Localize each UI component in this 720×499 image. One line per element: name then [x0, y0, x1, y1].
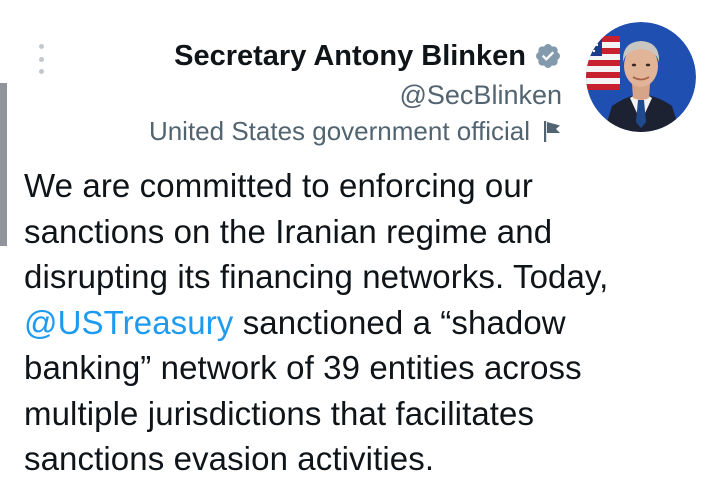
author-header: Secretary Antony Blinken @SecBlinken [174, 36, 562, 114]
more-options-icon[interactable] [34, 44, 48, 74]
tweet-line-rest: sanctioned a “shadow [233, 303, 566, 341]
profile-avatar[interactable] [586, 22, 696, 132]
tweet-line: @USTreasury sanctioned a “shadow [24, 300, 716, 346]
dot [38, 44, 44, 49]
author-handle[interactable]: @SecBlinken [174, 76, 563, 114]
affiliation-label[interactable]: United States government official [149, 113, 562, 149]
tweet-line: sanctions evasion activities. [24, 440, 435, 477]
tweet-line: We are committed to enforcing our [24, 167, 533, 204]
tweet-line: disrupting its financing networks. Today… [24, 258, 609, 295]
tweet-line: sanctions on the Iranian regime and [24, 212, 553, 250]
tweet-text: We are committed to enforcing our sancti… [24, 163, 716, 482]
tweet-line: banking” network of 39 entities across [24, 349, 582, 386]
verified-badge-icon[interactable] [534, 42, 562, 70]
tweet-line: multiple jurisdictions that facilitates [24, 394, 535, 432]
dot [38, 56, 44, 62]
dot [38, 69, 44, 74]
left-edge-bar [0, 83, 7, 246]
affiliation-text: United States government official [148, 116, 530, 146]
author-name-row[interactable]: Secretary Antony Blinken [174, 36, 562, 76]
flag-icon [544, 121, 560, 142]
author-name[interactable]: Secretary Antony Blinken [174, 36, 526, 76]
mention-link[interactable]: @USTreasury [24, 304, 233, 341]
